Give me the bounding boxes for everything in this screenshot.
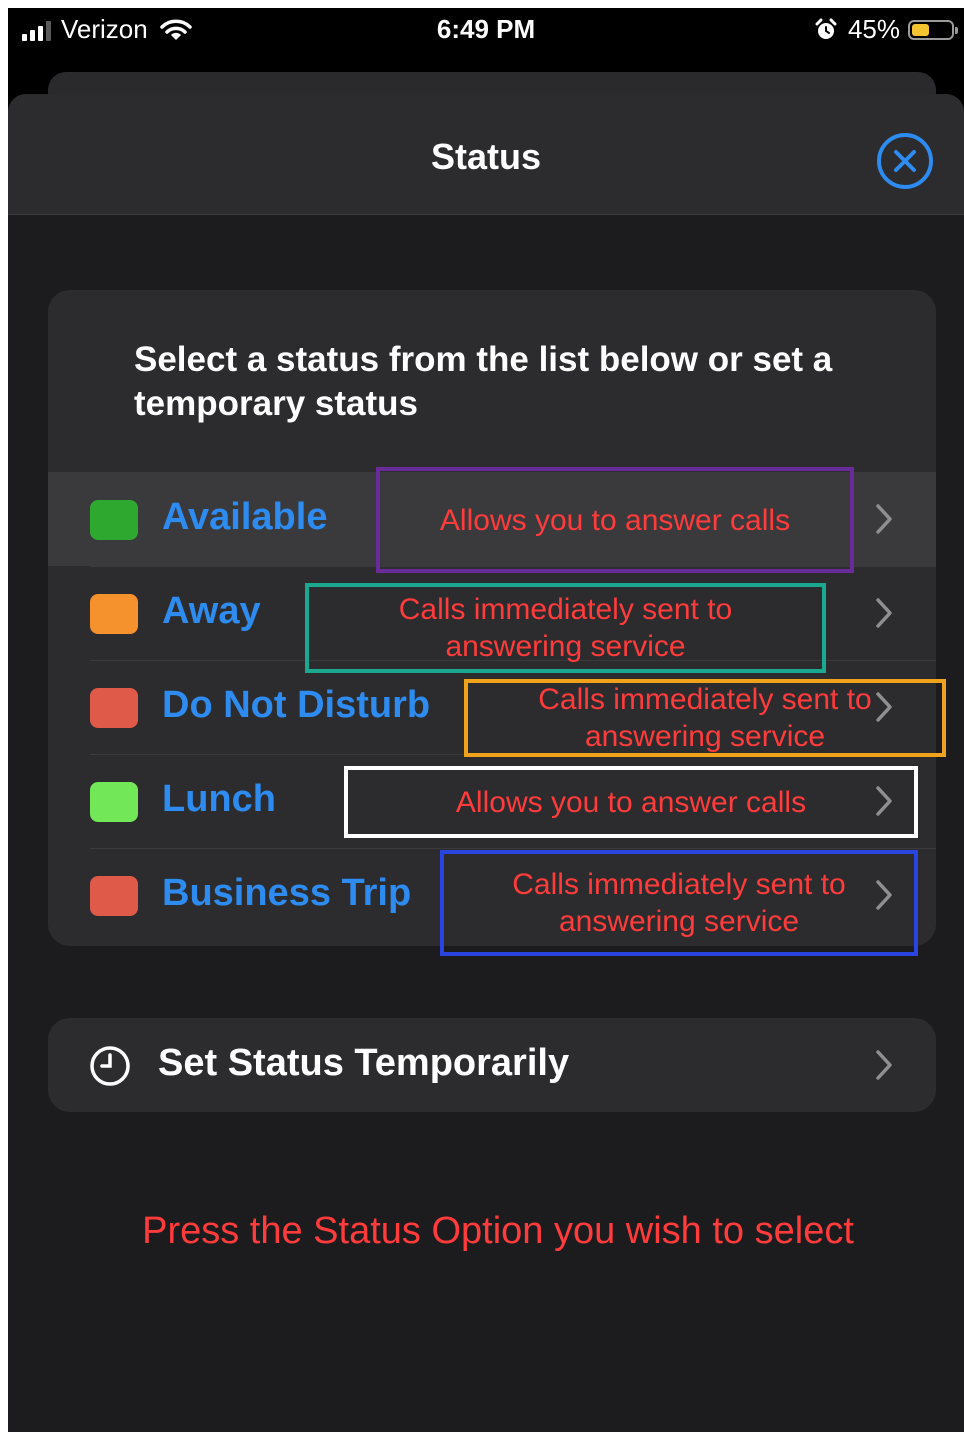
status-label: Do Not Disturb <box>162 684 431 726</box>
set-status-temporarily-button[interactable]: Set Status Temporarily <box>48 1018 936 1112</box>
annotation-available: Allows you to answer calls <box>376 467 854 573</box>
alarm-icon <box>815 18 837 39</box>
status-label: Lunch <box>162 778 276 820</box>
nav-bar: Status <box>8 94 964 215</box>
status-color-swatch <box>90 500 138 540</box>
annotation-text: Calls immediately sent to answering serv… <box>538 683 872 753</box>
status-color-swatch <box>90 782 138 822</box>
status-color-swatch <box>90 688 138 728</box>
annotation-text: Allows you to answer calls <box>439 503 791 537</box>
annotation-away: Calls immediately sent to answering serv… <box>305 583 826 673</box>
annotation-lunch: Allows you to answer calls <box>344 766 918 838</box>
page-title: Status <box>430 136 542 177</box>
annotation-do-not-disturb: Calls immediately sent to answering serv… <box>464 679 946 757</box>
status-color-swatch <box>90 594 138 634</box>
battery-percent: 45% <box>847 14 900 44</box>
instruction-annotation: Press the Status Option you wish to sele… <box>142 1210 854 1252</box>
status-label: Available <box>162 496 328 538</box>
set-status-temporarily-label: Set Status Temporarily <box>158 1042 570 1084</box>
chevron-right-icon <box>876 504 892 534</box>
chevron-right-icon <box>876 1050 892 1080</box>
chevron-right-icon <box>876 598 892 628</box>
annotation-text: Calls immediately sent to answering serv… <box>512 868 846 938</box>
annotation-business-trip: Calls immediately sent to answering serv… <box>440 850 918 956</box>
status-color-swatch <box>90 876 138 916</box>
status-label: Business Trip <box>162 872 412 914</box>
close-icon[interactable] <box>876 132 934 190</box>
phone-screen: Verizon 6:49 PM 45% Status Select a stat… <box>8 8 964 1432</box>
status-bar: Verizon 6:49 PM 45% <box>8 8 964 68</box>
annotation-text: Allows you to answer calls <box>455 785 807 819</box>
status-sheet: Status Select a status from the list bel… <box>8 94 964 1432</box>
instruction-text: Select a status from the list below or s… <box>134 340 833 423</box>
clock-icon <box>90 1046 130 1086</box>
status-label: Away <box>162 590 261 632</box>
annotation-text: Calls immediately sent to answering serv… <box>398 593 733 663</box>
status-bar-right: 45% <box>814 14 958 45</box>
battery-icon <box>908 19 958 40</box>
